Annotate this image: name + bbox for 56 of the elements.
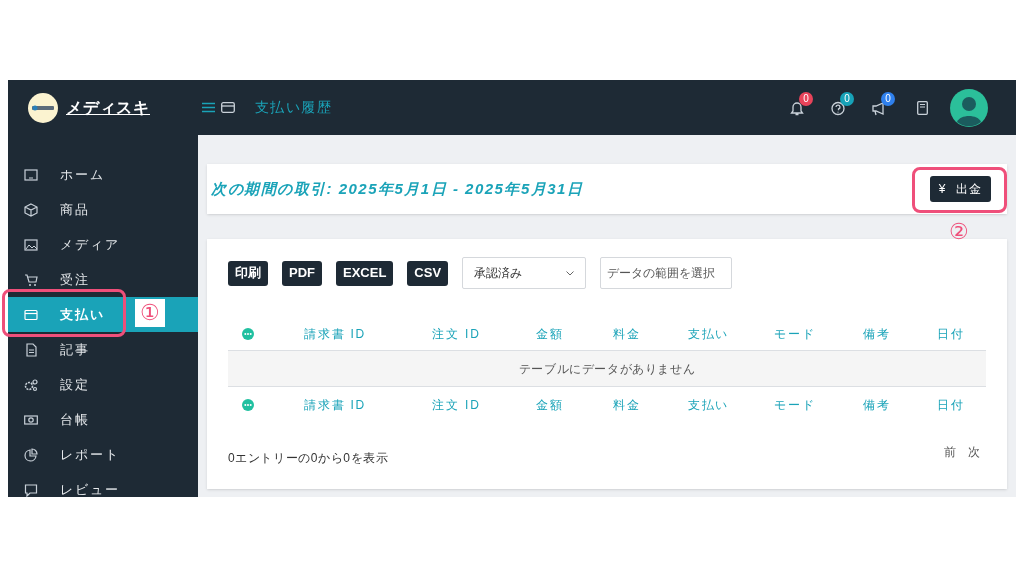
avatar[interactable]	[950, 88, 988, 127]
sidebar-label: 記事	[60, 340, 90, 359]
sidebar-label: レポート	[60, 445, 120, 464]
chevron-down-icon	[566, 270, 575, 276]
sidebar-item[interactable]: ホーム	[8, 157, 198, 192]
period-heading: 次の期間の取引: 2025年5月1日 - 2025年5月31日	[211, 178, 584, 199]
sidebar-item[interactable]: 商品	[8, 192, 198, 227]
sidebar-label: ホーム	[60, 165, 105, 184]
count-badge: 0	[881, 91, 895, 106]
table-info: 0エントリーの0から0を表示	[228, 450, 389, 467]
pagination-link[interactable]: 次	[968, 443, 980, 461]
sidebar-item[interactable]: レポート	[8, 437, 198, 472]
sidebar-item[interactable]: 受注	[8, 262, 198, 297]
status-select[interactable]: 承認済み	[462, 257, 587, 289]
export-button[interactable]: PDF	[282, 260, 322, 286]
sidebar-label: 設定	[60, 375, 90, 394]
count-badge: 0	[840, 91, 854, 106]
count-badge: 0	[799, 91, 813, 106]
sidebar-item[interactable]: メディア	[8, 227, 198, 262]
bell-icon[interactable]	[789, 99, 805, 116]
pagination-link[interactable]: 前	[944, 443, 956, 461]
page-title: 支払い履歴	[255, 98, 332, 117]
annotation-number: ②	[948, 218, 970, 246]
card-icon	[221, 102, 235, 113]
cube-icon	[24, 202, 38, 217]
sidebar-label: 受注	[60, 270, 90, 289]
sidebar-label: 商品	[60, 200, 90, 219]
annotation-number: ①	[135, 299, 165, 327]
help-icon[interactable]	[830, 99, 846, 116]
withdraw-button[interactable]: ¥ 出金	[929, 176, 991, 202]
sidebar-label: メディア	[60, 235, 120, 254]
sidebar-label: 台帳	[60, 410, 90, 429]
image-icon	[24, 237, 38, 252]
banknote-icon	[24, 412, 38, 427]
sidebar-label: 支払い	[60, 305, 105, 324]
empty-table-message: テーブルにデータがありません	[228, 351, 986, 387]
card-icon	[24, 307, 38, 322]
home-icon	[24, 167, 38, 182]
menu-icon[interactable]	[202, 102, 215, 113]
sidebar-item[interactable]: 台帳	[8, 402, 198, 437]
book-icon[interactable]	[917, 100, 928, 115]
pie-chart-icon	[24, 447, 38, 462]
logo-icon	[28, 92, 58, 123]
sidebar-item[interactable]: 設定	[8, 367, 198, 402]
document-icon	[24, 342, 38, 357]
export-button[interactable]: CSV	[407, 260, 449, 286]
sidebar-item[interactable]: レビュー	[8, 472, 198, 497]
chat-icon	[24, 482, 38, 497]
date-range-field[interactable]: データの範囲を選択	[600, 257, 733, 289]
sidebar-item[interactable]: 記事	[8, 332, 198, 367]
export-button[interactable]: 印刷	[228, 260, 268, 286]
export-button[interactable]: EXCEL	[336, 260, 394, 286]
brand-name[interactable]: メディスキ	[66, 95, 150, 120]
sidebar-label: レビュー	[60, 480, 120, 497]
cart-icon	[24, 272, 38, 287]
gears-icon	[24, 377, 38, 392]
